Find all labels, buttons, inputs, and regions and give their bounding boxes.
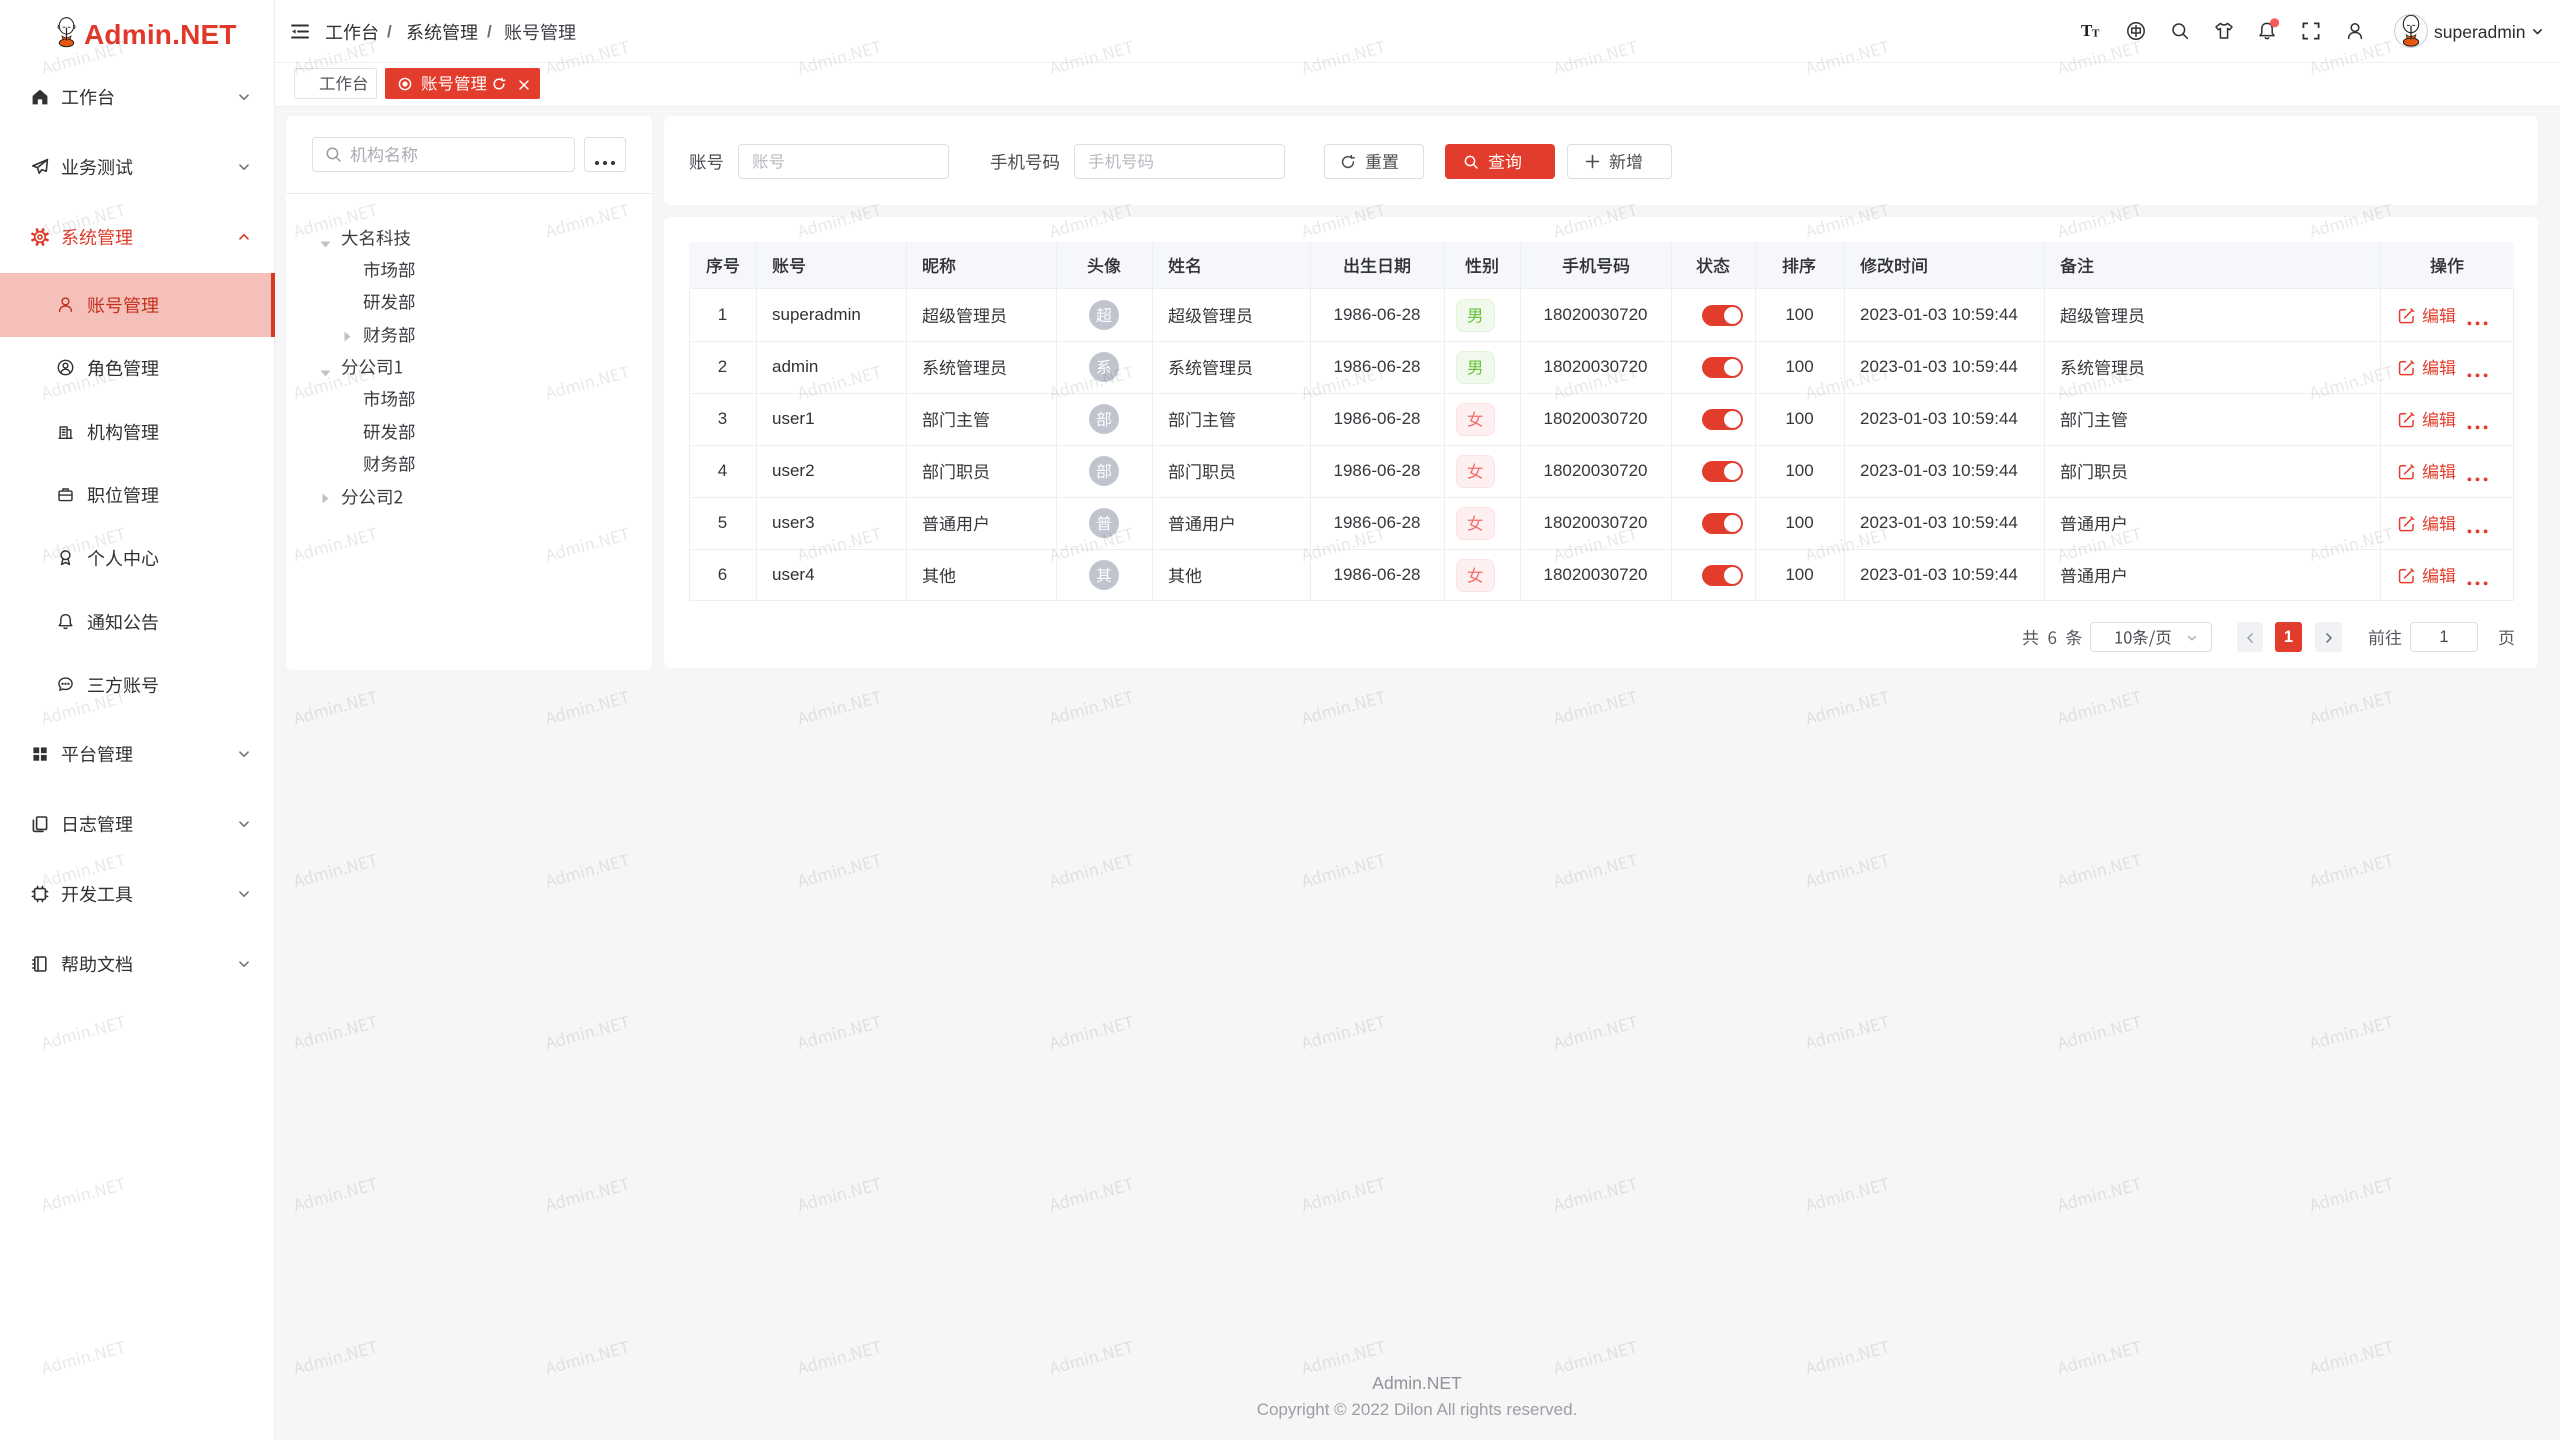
- svg-text:T: T: [2092, 28, 2100, 40]
